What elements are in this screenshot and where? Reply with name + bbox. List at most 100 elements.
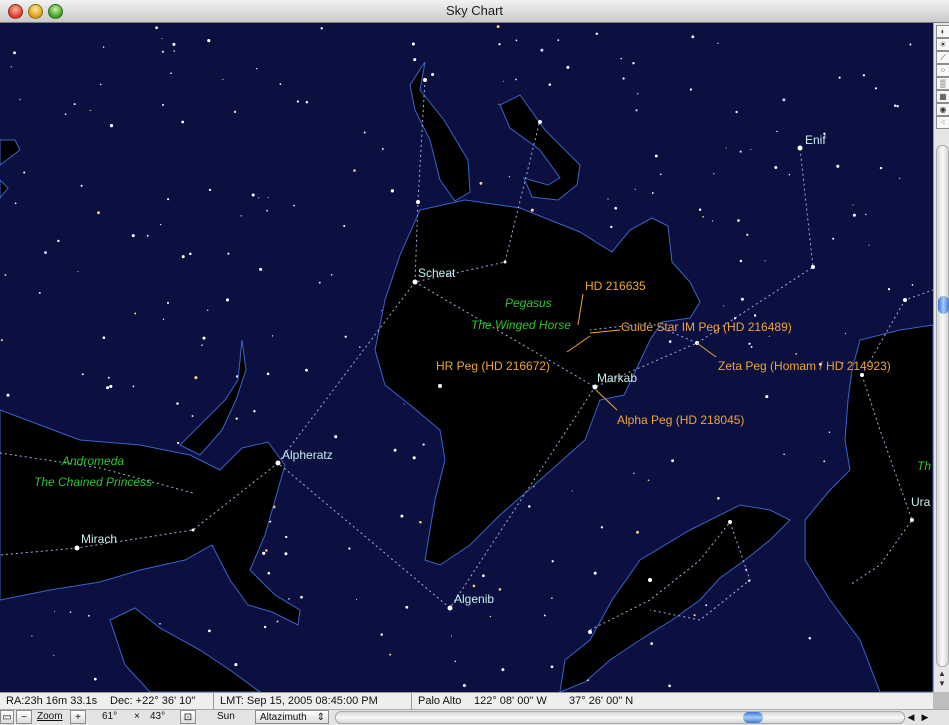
background-star xyxy=(705,604,708,607)
background-star xyxy=(403,403,405,405)
background-star xyxy=(189,252,192,256)
vertical-scrollbar[interactable] xyxy=(936,145,949,667)
background-star xyxy=(419,520,422,524)
background-star xyxy=(81,373,84,376)
background-star xyxy=(162,103,164,106)
background-star xyxy=(739,150,742,153)
background-star xyxy=(318,281,321,284)
fov-height-value[interactable]: 43° xyxy=(150,711,165,722)
background-star xyxy=(23,171,26,174)
background-star xyxy=(479,181,483,185)
zoom-out-button[interactable]: − xyxy=(16,710,32,724)
zoom-dots-tool-icon[interactable]: ⁖ xyxy=(936,116,949,129)
background-star xyxy=(390,189,394,193)
background-star xyxy=(73,103,76,106)
background-star xyxy=(88,614,90,617)
background-star xyxy=(305,368,308,372)
telescope-tool-icon[interactable]: ⟋ xyxy=(936,51,949,64)
background-star xyxy=(10,66,12,68)
background-star xyxy=(405,605,409,609)
view-mode-select[interactable]: Altazimuth ⇕ xyxy=(255,710,329,724)
object-label-im-peg: Guide Star IM Peg (HD 216489) xyxy=(621,320,792,334)
scroll-left-arrow-icon[interactable]: ◀ xyxy=(905,710,917,724)
background-star xyxy=(269,520,272,523)
background-star xyxy=(808,636,812,640)
background-star xyxy=(348,547,351,550)
scroll-right-arrow-icon[interactable]: ▶ xyxy=(919,710,931,724)
scroll-up-arrow-icon[interactable]: ▲ xyxy=(936,669,948,679)
zoom-label: Zoom xyxy=(37,711,63,722)
status-bar: RA:23h 16m 33.1s Dec: +22° 36' 10" LMT: … xyxy=(0,692,933,709)
background-star xyxy=(411,42,415,46)
background-star xyxy=(717,42,719,45)
background-star xyxy=(600,526,604,529)
vertical-scroll-thumb[interactable] xyxy=(938,296,949,314)
background-star xyxy=(750,345,753,348)
background-star xyxy=(832,237,835,240)
horizontal-scrollbar[interactable] xyxy=(335,711,905,724)
background-star xyxy=(451,635,453,637)
background-star xyxy=(330,274,333,276)
background-star xyxy=(571,490,573,492)
background-star xyxy=(472,584,476,588)
background-star xyxy=(109,384,113,388)
background-star xyxy=(284,552,288,556)
background-star xyxy=(557,39,560,42)
grid-tool-icon[interactable]: ▦ xyxy=(936,90,949,103)
background-star xyxy=(166,301,170,304)
background-star xyxy=(380,633,383,636)
sun-tool-icon[interactable]: ☀ xyxy=(936,38,949,51)
gradient-tool-icon[interactable]: ▒ xyxy=(936,77,949,90)
background-star xyxy=(689,88,693,91)
background-star xyxy=(259,267,263,271)
background-star xyxy=(607,198,609,200)
scroll-down-arrow-icon[interactable]: ▼ xyxy=(936,679,948,689)
moon-tool-icon[interactable]: ◐ xyxy=(936,25,949,38)
background-star xyxy=(528,505,531,508)
background-star xyxy=(271,335,274,337)
background-star xyxy=(266,372,270,376)
background-star xyxy=(508,176,511,178)
background-star xyxy=(852,213,856,217)
background-star xyxy=(739,259,743,263)
star-label-ura: Ura xyxy=(911,495,931,509)
background-star xyxy=(80,184,83,187)
background-star xyxy=(909,43,912,46)
background-star xyxy=(911,284,914,286)
grid-dots-tool-icon[interactable]: ⁘ xyxy=(936,64,949,77)
sky-chart-canvas[interactable]: Enif Scheat Markab Alpheratz Mirach Alge… xyxy=(0,23,933,692)
background-star xyxy=(305,100,309,104)
dec-readout: Dec: +22° 36' 10" xyxy=(110,695,196,707)
background-star xyxy=(879,166,883,170)
background-star xyxy=(637,93,639,95)
planet-tool-icon[interactable]: ◉ xyxy=(936,103,949,116)
background-star xyxy=(698,208,702,211)
tool-sidebar: ◐ ☀ ⟋ ⁘ ▒ ▦ ◉ ⁖ ▲ ▼ xyxy=(933,23,949,692)
fov-width-value[interactable]: 61° xyxy=(102,711,117,722)
background-star xyxy=(540,48,544,52)
background-star xyxy=(633,472,635,474)
background-star xyxy=(263,625,267,629)
background-star xyxy=(725,147,727,149)
horizontal-scroll-thumb[interactable] xyxy=(743,712,763,723)
background-star xyxy=(233,110,237,114)
background-star xyxy=(266,209,269,212)
background-star xyxy=(691,35,695,39)
background-star xyxy=(548,83,552,86)
background-star xyxy=(13,51,16,55)
target-object[interactable]: Sun xyxy=(217,711,235,722)
background-star xyxy=(19,98,21,101)
background-star xyxy=(671,459,674,463)
background-star xyxy=(159,223,162,226)
background-star xyxy=(173,50,175,52)
background-star xyxy=(614,206,618,210)
background-star xyxy=(64,113,67,116)
background-star xyxy=(422,443,425,446)
background-star xyxy=(267,197,269,199)
zoom-in-button[interactable]: + xyxy=(70,710,86,724)
layout-icon[interactable]: ▭ xyxy=(0,710,14,724)
lock-icon[interactable]: ⊡ xyxy=(180,710,196,724)
background-star xyxy=(255,67,258,70)
background-star xyxy=(868,244,870,246)
ra-readout: RA:23h 16m 33.1s xyxy=(6,695,98,707)
